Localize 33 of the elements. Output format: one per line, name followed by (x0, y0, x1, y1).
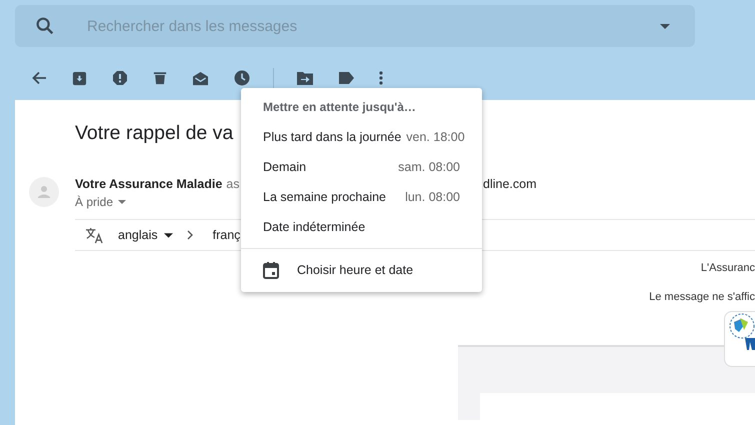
menu-item[interactable]: Plus tard dans la journée ven. 18:00 (241, 122, 482, 152)
tag-icon[interactable] (338, 72, 354, 84)
avatar-icon (29, 177, 59, 207)
message-text: Le message ne s'affic (649, 291, 755, 305)
caret-icon (164, 232, 173, 238)
archive-icon[interactable] (72, 70, 87, 86)
recipient-dropdown[interactable]: À pride (75, 195, 126, 209)
search-icon (34, 15, 56, 37)
translate-icon (85, 226, 104, 244)
clock-icon[interactable] (234, 70, 250, 86)
menu-item[interactable]: La semaine prochaine lun. 08:00 (241, 182, 482, 212)
sender-text: as (226, 177, 240, 191)
menu-item[interactable]: Date indéterminée (241, 212, 482, 242)
source-language-dropdown[interactable]: anglais (118, 228, 173, 242)
dropdown-caret-icon[interactable] (660, 24, 670, 29)
folder-arrow-icon[interactable] (297, 71, 313, 85)
menu-item[interactable]: Choisir heure et date (241, 255, 482, 285)
menu-item[interactable]: Demain sam. 08:00 (241, 152, 482, 182)
sender-name: Votre Assurance Maladie (75, 177, 222, 191)
message-text: L'Assuranc (700, 262, 755, 276)
message-subject: Votre rappel de va (75, 122, 234, 145)
report-icon[interactable] (112, 70, 128, 86)
menu-title: Mettre en attente jusqu'à… (262, 100, 417, 116)
more-icon[interactable] (379, 71, 383, 85)
open-envelope-icon[interactable] (192, 70, 209, 86)
back-arrow-icon[interactable] (31, 70, 47, 86)
target-language-dropdown[interactable]: franç (212, 228, 240, 242)
caret-icon (118, 200, 126, 204)
search-field[interactable]: Rechercher dans les messages (15, 5, 695, 47)
chevron-right-icon (186, 230, 193, 240)
sender-address: dline.com (483, 177, 536, 191)
calendar-icon (263, 261, 279, 279)
trash-icon[interactable] (153, 70, 167, 86)
